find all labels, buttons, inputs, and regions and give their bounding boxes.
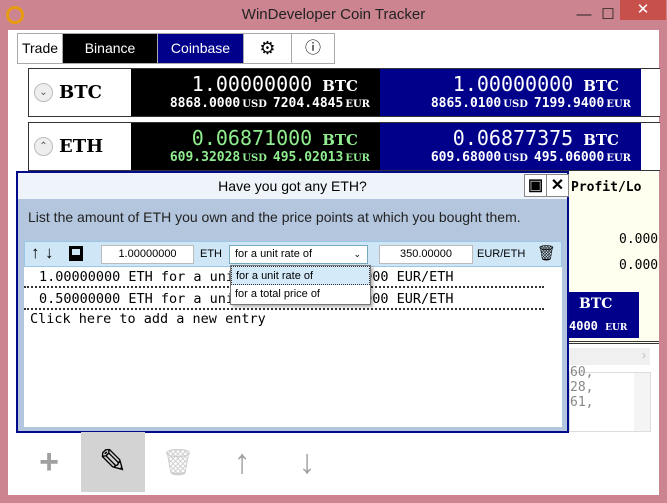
- unit: BTC: [322, 131, 358, 149]
- amount: 1.00000000: [452, 72, 574, 96]
- usd-label: USD: [503, 153, 528, 164]
- delete-trash-button[interactable]: 🗑: [146, 432, 210, 492]
- tab-coinbase[interactable]: Coinbase: [157, 33, 244, 64]
- dialog-title: Have you got any ETH?: [218, 178, 367, 194]
- dialog-save-icon[interactable]: ▣: [524, 174, 547, 197]
- add-entry-link[interactable]: Click here to add a new entry: [30, 311, 266, 327]
- coin-symbol: BTC: [59, 82, 102, 103]
- dropdown-option[interactable]: for a total price of: [231, 285, 370, 304]
- title-bar: WinDeveloper Coin Tracker — ☐ ✕: [0, 0, 667, 30]
- amount-input[interactable]: 1.00000000: [101, 245, 194, 264]
- eur-label: EUR: [606, 99, 631, 110]
- mode-select[interactable]: for a unit rate of ⌄: [229, 245, 368, 264]
- coin-card-eth: ⌃ ETH 0.06871000 BTC 609.32028 USD 495.0201…: [28, 122, 660, 171]
- vertical-scrollbar[interactable]: [634, 373, 650, 431]
- chevron-down-icon: ⌄: [353, 249, 361, 259]
- tab-settings-gear-icon[interactable]: ⚙: [243, 33, 292, 64]
- save-entry-icon[interactable]: [69, 246, 83, 261]
- move-down-icon[interactable]: ↓: [45, 243, 54, 263]
- usd-value: 8868.0000: [169, 96, 241, 111]
- amount: 0.06877375: [452, 126, 574, 150]
- usd-label: USD: [503, 99, 528, 110]
- move-up-button[interactable]: ↑: [210, 432, 274, 492]
- usd-label: USD: [242, 99, 267, 110]
- profit-value: 0.000: [619, 232, 659, 247]
- delete-entry-icon[interactable]: 🗑: [537, 244, 556, 262]
- usd-label: USD: [242, 153, 267, 164]
- tab-trade[interactable]: Trade: [17, 33, 63, 64]
- mode-dropdown: for a unit rate of for a total price of: [230, 265, 371, 305]
- price-input[interactable]: 350.00000: [379, 245, 473, 264]
- coin-card-btc: ⌄ BTC 1.00000000 BTC 8868.0000 USD 7204.484…: [28, 68, 660, 117]
- eur-value: 495.06000: [533, 150, 605, 165]
- btc-panel: BTC 4000 EUR: [569, 292, 639, 338]
- horizontal-scrollbar[interactable]: ›: [569, 348, 650, 365]
- maximize-button[interactable]: ☐: [598, 0, 618, 30]
- amount: 1.00000000: [191, 72, 313, 96]
- entry-editor: ↑ ↓ 1.00000000 ETH for a unit rate of ⌄ 3…: [24, 241, 562, 267]
- close-button[interactable]: ✕: [620, 0, 666, 20]
- amount-unit: ETH: [200, 248, 222, 260]
- unit: BTC: [583, 77, 619, 95]
- minimize-button[interactable]: —: [570, 0, 598, 30]
- profit-header: Profit/Lo: [571, 180, 642, 195]
- unit: BTC: [579, 296, 613, 312]
- profit-value: 0.000: [619, 258, 659, 273]
- holdings-dialog: Have you got any ETH? ▣ ✕ List the amoun…: [16, 171, 569, 433]
- log-textarea[interactable]: 60, 28, 61,: [569, 365, 651, 432]
- usd-value: 609.32028: [169, 150, 241, 165]
- eur-value: 7204.4845: [272, 96, 344, 111]
- coin-symbol: ETH: [59, 136, 104, 157]
- eur-label: EUR: [606, 153, 631, 164]
- usd-value: 8865.0100: [430, 96, 502, 111]
- eur-value: 495.02013: [272, 150, 344, 165]
- tab-info-icon[interactable]: ⓘ: [291, 33, 335, 64]
- unit: BTC: [322, 77, 358, 95]
- price-unit: EUR/ETH: [477, 248, 526, 260]
- usd-value: 609.68000: [430, 150, 502, 165]
- tab-binance[interactable]: Binance: [62, 33, 158, 64]
- amount: 0.06871000: [191, 126, 313, 150]
- move-down-button[interactable]: ↓: [275, 432, 339, 492]
- dialog-instruction: List the amount of ETH you own and the p…: [28, 209, 521, 225]
- app-logo-icon: [6, 6, 24, 24]
- coinbase-quote: 1.00000000 BTC 8865.0100 USD 7199.9400 EUR: [380, 69, 641, 116]
- selected-mode: for a unit rate of: [235, 248, 313, 260]
- edit-pencil-button[interactable]: ✎: [81, 432, 145, 492]
- eur-value: 4000 EUR: [569, 319, 628, 333]
- dialog-header: Have you got any ETH?: [18, 173, 567, 199]
- dialog-close-icon[interactable]: ✕: [546, 174, 569, 197]
- dropdown-option[interactable]: for a unit rate of: [231, 266, 370, 285]
- eur-label: EUR: [345, 153, 370, 164]
- move-up-icon[interactable]: ↑: [31, 243, 40, 263]
- binance-quote: 1.00000000 BTC 8868.0000 USD 7204.4845 EUR: [131, 69, 380, 116]
- eur-value: 7199.9400: [533, 96, 605, 111]
- unit: BTC: [583, 131, 619, 149]
- add-button[interactable]: +: [17, 432, 81, 492]
- window-title: WinDeveloper Coin Tracker: [241, 6, 426, 23]
- eur-label: EUR: [345, 99, 370, 110]
- coinbase-quote: 0.06877375 BTC 609.68000 USD 495.06000 EUR: [380, 123, 641, 170]
- binance-quote: 0.06871000 BTC 609.32028 USD 495.02013 EUR: [131, 123, 380, 170]
